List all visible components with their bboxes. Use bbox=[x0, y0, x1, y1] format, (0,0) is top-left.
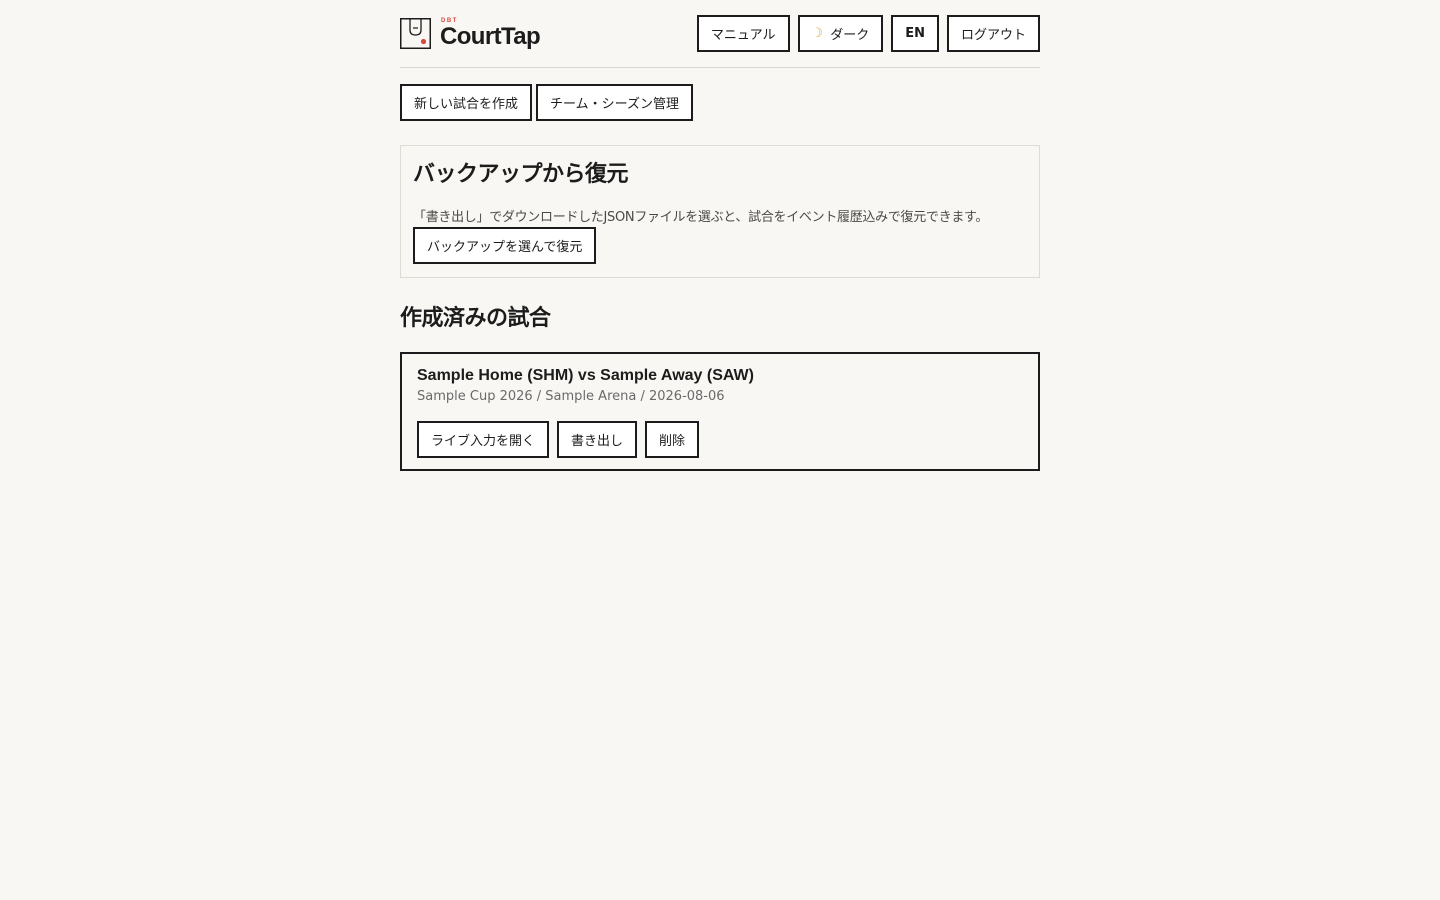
restore-panel: バックアップから復元 「書き出し」でダウンロードしたJSONファイルを選ぶと、試… bbox=[400, 145, 1040, 278]
brand-name: CourtTap bbox=[440, 23, 541, 50]
restore-button[interactable]: バックアップを選んで復元 bbox=[413, 227, 597, 264]
header-nav: マニュアル ☽ ダーク EN ログアウト bbox=[696, 15, 1040, 52]
match-actions: ライブ入力を開く 書き出し 削除 bbox=[417, 421, 1023, 458]
language-button[interactable]: EN bbox=[891, 15, 939, 52]
delete-button[interactable]: 削除 bbox=[645, 421, 700, 458]
moon-icon: ☽ bbox=[811, 26, 824, 41]
logout-button[interactable]: ログアウト bbox=[946, 15, 1040, 52]
court-logo-icon bbox=[400, 18, 431, 49]
main-actions: 新しい試合を作成 チーム・シーズン管理 bbox=[400, 84, 1040, 121]
brand-text: DBT CourtTap bbox=[440, 18, 541, 50]
open-live-input-button[interactable]: ライブ入力を開く bbox=[417, 421, 550, 458]
restore-description: 「書き出し」でダウンロードしたJSONファイルを選ぶと、試合をイベント履歴込みで… bbox=[413, 210, 989, 225]
restore-title: バックアップから復元 bbox=[413, 162, 629, 187]
match-meta: Sample Cup 2026 / Sample Arena / 2026-08… bbox=[417, 389, 725, 404]
theme-toggle-label: ダーク bbox=[830, 28, 870, 43]
match-title: Sample Home (SHM) vs Sample Away (SAW) bbox=[417, 367, 754, 384]
new-match-button[interactable]: 新しい試合を作成 bbox=[400, 84, 533, 121]
app-container: DBT CourtTap マニュアル ☽ ダーク EN ログアウト 新しい試合を… bbox=[400, 0, 1040, 471]
team-season-button[interactable]: チーム・シーズン管理 bbox=[536, 84, 693, 121]
manual-button[interactable]: マニュアル bbox=[696, 15, 790, 52]
match-card: Sample Home (SHM) vs Sample Away (SAW) S… bbox=[400, 352, 1040, 471]
matches-section-title: 作成済みの試合 bbox=[400, 306, 551, 331]
brand-logo[interactable]: DBT CourtTap bbox=[400, 18, 541, 50]
app-header: DBT CourtTap マニュアル ☽ ダーク EN ログアウト bbox=[400, 0, 1040, 68]
export-button[interactable]: 書き出し bbox=[557, 421, 638, 458]
theme-toggle-button[interactable]: ☽ ダーク bbox=[797, 15, 884, 52]
